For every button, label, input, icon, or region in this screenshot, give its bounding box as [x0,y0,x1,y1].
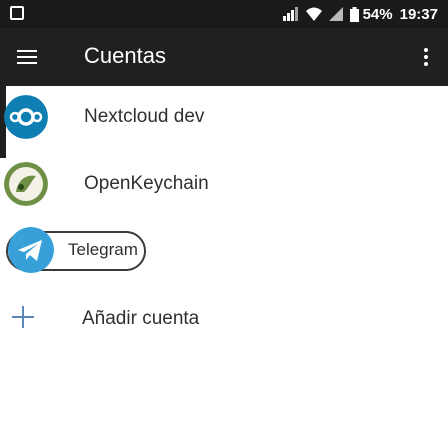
clock: 19:37 [399,5,438,23]
account-label: OpenKeychain [84,173,209,194]
battery-icon [349,6,359,22]
openkeychain-icon [4,162,48,206]
cell-icon [328,7,343,21]
account-item-nextcloud[interactable]: Nextcloud dev [0,90,448,146]
account-item-telegram[interactable]: Telegram [0,225,448,281]
account-item-openkeychain[interactable]: OpenKeychain [0,157,448,213]
add-account-button[interactable]: Añadir cuenta [0,294,448,350]
nextcloud-icon [4,95,48,139]
plus-icon [12,306,34,328]
status-bar: 54% 19:37 [0,0,448,28]
telegram-icon [8,227,54,273]
wifi-icon [305,7,322,21]
account-label: Telegram [68,240,138,259]
page-title: Cuentas [84,43,166,68]
add-account-label: Añadir cuenta [82,308,200,329]
status-bar-right: 54% 19:37 [282,4,438,24]
battery-percent: 54% [362,5,393,23]
notification-icon [10,6,24,20]
account-label: Nextcloud dev [84,106,205,127]
app-bar: Cuentas [0,28,448,86]
more-vert-icon[interactable] [410,40,442,74]
menu-icon[interactable] [8,38,46,76]
signal-icon [282,7,299,21]
